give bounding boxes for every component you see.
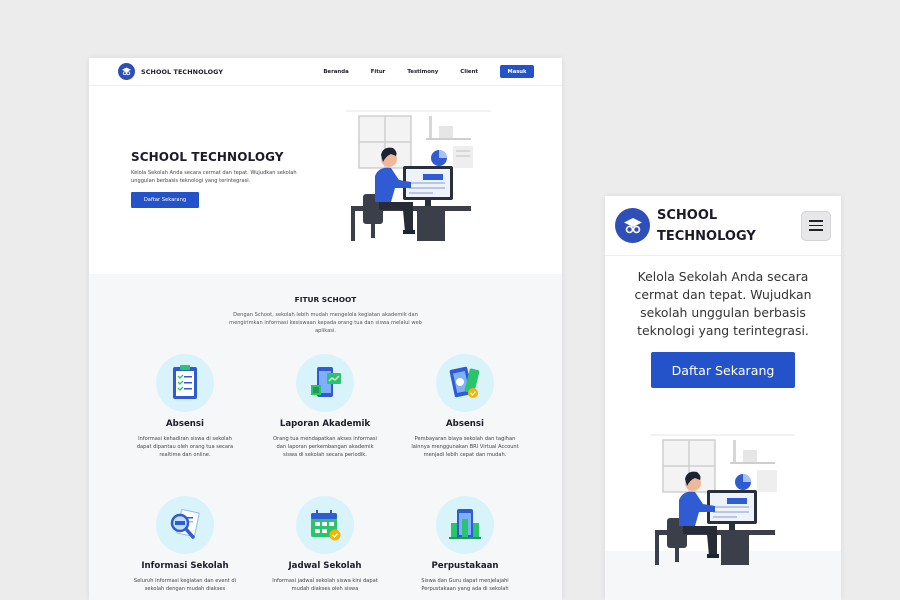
magnifier-document-icon — [156, 496, 214, 554]
feature-card-informasi-sekolah[interactable]: Informasi Sekolah Seluruh informasi kegi… — [127, 496, 243, 593]
feature-card-jadwal-sekolah[interactable]: Jadwal Sekolah Informasi jadwal sekolah … — [267, 496, 383, 593]
school-logo-icon[interactable] — [615, 208, 650, 243]
feature-title: Absensi — [446, 419, 484, 429]
clipboard-checklist-icon — [156, 354, 214, 412]
nav-link-beranda[interactable]: Beranda — [323, 69, 348, 75]
desktop-navbar: SCHOOL TECHNOLOGY Beranda Fitur Testimon… — [89, 58, 562, 86]
feature-card-absensi[interactable]: Absensi Informasi kehadiran siswa di sek… — [127, 354, 243, 460]
feature-title: Laporan Akademik — [279, 419, 371, 429]
feature-text: Pembayaran biaya sekolah dan tagihan lai… — [411, 436, 519, 459]
features-title: FITUR SCHOOT — [294, 295, 357, 304]
feature-text: Siswa dan Guru dapat menjelajahi Perpust… — [421, 578, 509, 593]
feature-title: Informasi Sekolah — [141, 561, 229, 571]
desktop-mockup: SCHOOL TECHNOLOGY Beranda Fitur Testimon… — [89, 58, 562, 600]
nav-link-client[interactable]: Client — [460, 69, 478, 75]
feature-title: Jadwal Sekolah — [288, 561, 362, 571]
feature-card-pembayaran[interactable]: Absensi Pembayaran biaya sekolah dan tag… — [407, 354, 523, 460]
desktop-brand-name[interactable]: SCHOOL TECHNOLOGY — [141, 68, 223, 76]
features-description: Dengan Schoot, sekolah lebih mudah menge… — [229, 312, 422, 335]
feature-text: Seluruh informasi kegiatan dan event di … — [133, 578, 237, 593]
feature-text: Informasi jadwal sekolah siswa kini dapa… — [272, 578, 378, 593]
mobile-register-button[interactable]: Daftar Sekarang — [651, 352, 795, 388]
desktop-nav-links: Beranda Fitur Testimony Client Masuk — [323, 65, 534, 78]
feature-title: Perpustakaan — [431, 561, 499, 571]
payment-card-icon — [436, 354, 494, 412]
mobile-navbar: SCHOOL TECHNOLOGY — [605, 196, 841, 256]
library-books-icon — [436, 496, 494, 554]
nav-link-testimony[interactable]: Testimony — [407, 69, 438, 75]
hero-description: Kelola Sekolah Anda secara cermat dan te… — [131, 170, 297, 185]
hamburger-menu-icon[interactable] — [801, 210, 831, 241]
feature-text: Informasi kehadiran siswa di sekolah dap… — [136, 436, 234, 459]
feature-card-perpustakaan[interactable]: Perpustakaan Siswa dan Guru dapat menjel… — [407, 496, 523, 593]
mobile-mockup: SCHOOL TECHNOLOGY Kelola Sekolah Anda se… — [605, 196, 841, 600]
nav-link-fitur[interactable]: Fitur — [371, 69, 386, 75]
report-chart-icon — [296, 354, 354, 412]
calendar-icon — [296, 496, 354, 554]
register-button[interactable]: Daftar Sekarang — [131, 192, 199, 208]
person-at-computer-illustration — [341, 110, 499, 242]
feature-title: Absensi — [166, 419, 204, 429]
feature-text: Orang tua mendapatkan akses informasi da… — [273, 436, 377, 459]
person-at-computer-illustration — [650, 434, 795, 565]
desktop-hero: SCHOOL TECHNOLOGY Kelola Sekolah Anda se… — [89, 86, 562, 274]
school-logo-icon[interactable] — [118, 63, 135, 80]
features-section: FITUR SCHOOT Dengan Schoot, sekolah lebi… — [89, 274, 562, 600]
login-button[interactable]: Masuk — [500, 65, 534, 78]
hero-title: SCHOOL TECHNOLOGY — [131, 150, 284, 164]
feature-card-laporan-akademik[interactable]: Laporan Akademik Orang tua mendapatkan a… — [267, 354, 383, 460]
mobile-brand-name[interactable]: SCHOOL TECHNOLOGY — [657, 205, 757, 247]
mobile-hero-description: Kelola Sekolah Anda secara cermat dan te… — [634, 269, 812, 338]
